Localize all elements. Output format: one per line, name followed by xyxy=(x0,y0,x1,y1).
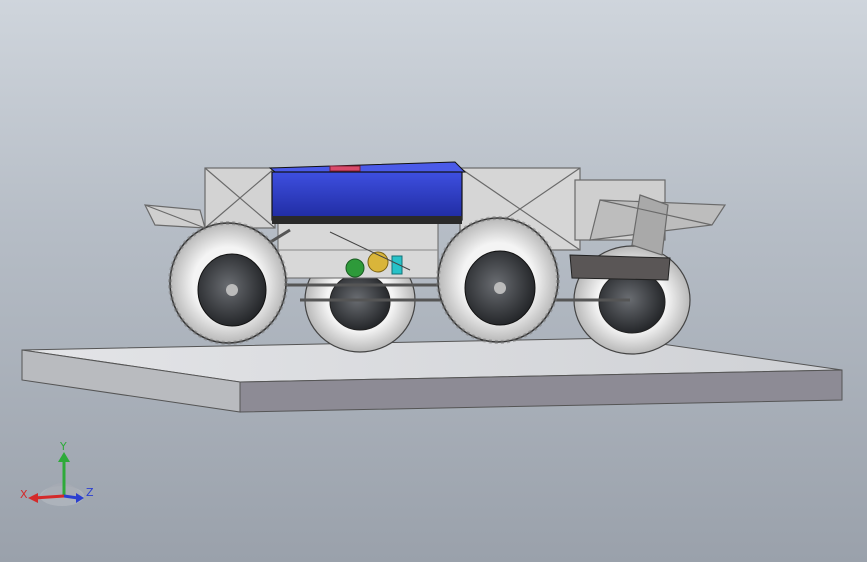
y-axis-head xyxy=(58,452,70,462)
rear-tray[interactable] xyxy=(569,254,671,281)
coordinate-triad[interactable]: Y X Z xyxy=(18,440,98,510)
wheel-front-left[interactable] xyxy=(168,221,288,345)
x-axis-label: X xyxy=(20,488,28,501)
battery-box[interactable] xyxy=(268,161,467,224)
frame-left-cage[interactable] xyxy=(143,167,276,229)
ground-plate[interactable] xyxy=(21,337,843,413)
graphics-viewport[interactable]: Y X Z xyxy=(0,0,867,562)
wheel-front-right[interactable] xyxy=(436,216,560,344)
z-axis-arrow xyxy=(63,494,79,500)
y-axis-label: Y xyxy=(59,440,67,453)
cad-model-scene[interactable] xyxy=(0,0,867,562)
z-axis-label: Z xyxy=(86,486,94,499)
electronics-bay[interactable] xyxy=(277,221,439,279)
gear-green[interactable] xyxy=(345,258,365,278)
x-axis-head xyxy=(28,493,38,503)
x-axis-arrow xyxy=(33,494,65,500)
